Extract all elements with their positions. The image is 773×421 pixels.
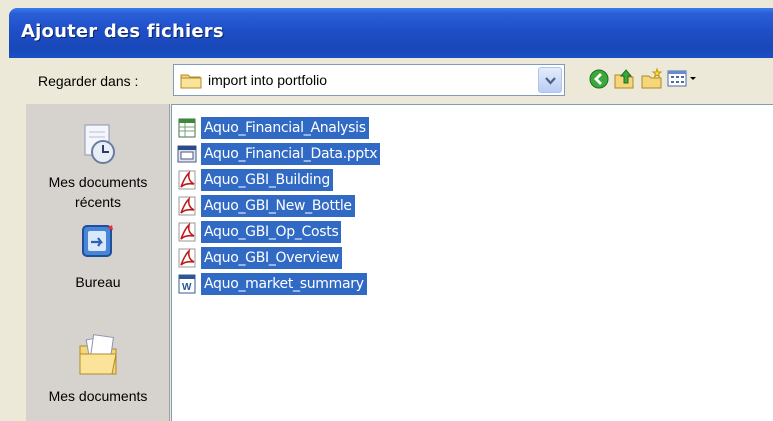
place-desktop[interactable]: Bureau (26, 222, 170, 290)
file-name: Aquo_Financial_Data.pptx (201, 143, 381, 165)
list-item[interactable]: Aquo_Financial_Data.pptx (176, 142, 381, 166)
place-my-documents[interactable]: Mes documents (26, 332, 170, 404)
title-bar[interactable]: Ajouter des fichiers (9, 8, 773, 58)
excel-file-icon (178, 118, 196, 138)
my-documents-icon (79, 334, 117, 375)
place-label: Bureau (75, 274, 121, 290)
place-label: Mes documents (48, 388, 148, 404)
pdf-file-icon (178, 196, 196, 216)
list-item[interactable]: Aquo_GBI_Op_Costs (176, 220, 342, 244)
file-name: Aquo_GBI_Overview (201, 247, 343, 269)
generic-file-icon (177, 145, 197, 163)
pdf-file-icon (178, 170, 196, 190)
new-folder-icon[interactable] (640, 67, 664, 91)
place-label: Mes documents récents (48, 174, 148, 210)
dialog-title: Ajouter des fichiers (21, 21, 224, 42)
up-folder-icon[interactable] (612, 67, 636, 91)
pdf-file-icon (178, 248, 196, 268)
back-icon[interactable] (587, 67, 611, 91)
file-name: Aquo_GBI_New_Bottle (201, 195, 355, 217)
list-item[interactable]: Aquo_GBI_Building (176, 168, 333, 192)
file-name: Aquo_GBI_Op_Costs (201, 221, 342, 243)
look-in-value: import into portfolio (208, 72, 328, 88)
file-name: Aquo_market_summary (201, 273, 367, 295)
look-in-label: Regarder dans : (38, 73, 139, 89)
svg-text:W: W (182, 282, 192, 293)
place-recent-documents[interactable]: Mes documents récents (26, 122, 170, 212)
desktop-icon (82, 225, 113, 257)
view-menu-icon[interactable] (666, 67, 702, 91)
list-item[interactable]: Aquo_Financial_Analysis (176, 116, 369, 140)
list-item[interactable]: W Aquo_market_summary (176, 272, 367, 296)
file-list[interactable]: Aquo_Financial_Analysis Aquo_Financial_D… (171, 104, 773, 421)
file-name: Aquo_GBI_Building (201, 169, 333, 191)
places-bar: Mes documents récents Bureau Mes documen… (26, 104, 170, 421)
recent-documents-icon (84, 124, 115, 164)
word-file-icon: W (178, 274, 196, 294)
look-in-dropdown[interactable]: import into portfolio (173, 64, 565, 96)
chevron-down-icon (545, 77, 556, 85)
file-name: Aquo_Financial_Analysis (201, 117, 369, 139)
list-item[interactable]: Aquo_GBI_Overview (176, 246, 343, 270)
pdf-file-icon (178, 222, 196, 242)
list-item[interactable]: Aquo_GBI_New_Bottle (176, 194, 355, 218)
folder-icon (180, 74, 202, 89)
dropdown-button[interactable] (538, 67, 562, 93)
